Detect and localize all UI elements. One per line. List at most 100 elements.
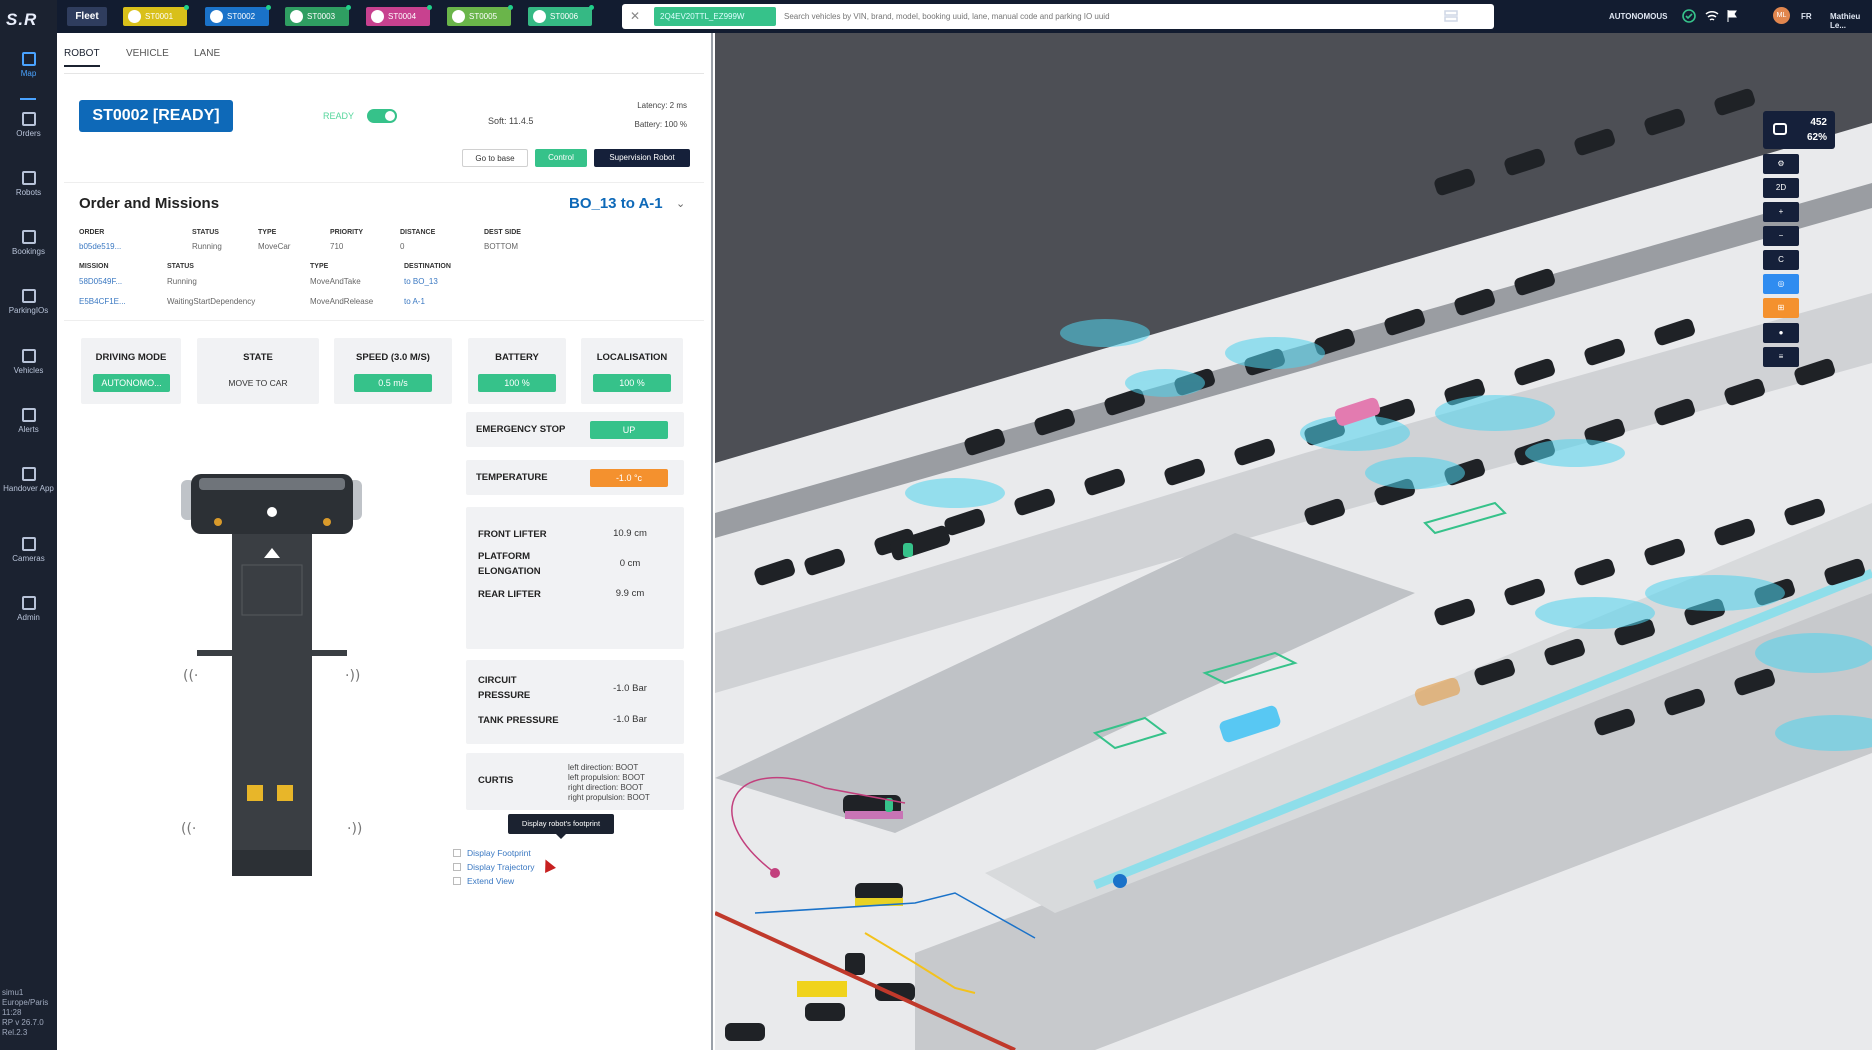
- zoom-out-button[interactable]: −: [1763, 226, 1799, 246]
- section-divider: [64, 182, 704, 183]
- robot-chip-st0002[interactable]: ST0002: [205, 5, 271, 26]
- map-grid-button[interactable]: ⊞: [1763, 298, 1799, 318]
- status-dot: [589, 5, 594, 10]
- order-header: DISTANCE: [400, 229, 436, 236]
- search-tag[interactable]: 2Q4EV20TTL_EZ999W: [654, 7, 776, 26]
- status-dot: [346, 5, 351, 10]
- parking-map[interactable]: 452 62% ⚙ 2D + − C ◎ ⊞ ● ≡: [715, 33, 1872, 1050]
- supervision-robot-button[interactable]: Supervision Robot: [594, 149, 690, 167]
- sidebar-item-robots[interactable]: Robots: [0, 171, 57, 223]
- user-name[interactable]: Mathieu Le...: [1830, 12, 1872, 30]
- chevron-down-icon[interactable]: ⌄: [676, 197, 685, 210]
- sidebar: S.R Map Orders Robots Bookings ParkingIO…: [0, 0, 57, 1050]
- map-canvas[interactable]: [715, 33, 1872, 1050]
- robot-chip-st0004[interactable]: ST0004: [366, 5, 432, 26]
- sidebar-item-admin[interactable]: Admin: [0, 596, 57, 648]
- card-value: 0.5 m/s: [354, 374, 432, 392]
- mission-id-link[interactable]: 58D0549F...: [79, 277, 122, 286]
- handover-icon: [21, 467, 36, 481]
- robot-chip-label: ST0003: [307, 12, 336, 21]
- ready-toggle[interactable]: [367, 109, 397, 123]
- check-circle-icon: [1682, 9, 1696, 23]
- pressure-card: CIRCUIT PRESSURE -1.0 Bar TANK PRESSURE …: [466, 660, 684, 744]
- emergency-stop-label: EMERGENCY STOP: [476, 424, 566, 435]
- top-bar: Fleet ST0001 ST0002 ST0003 ST0004 ST0005…: [57, 0, 1872, 33]
- curtis-line: right propulsion: BOOT: [568, 793, 650, 802]
- mission-destination-link[interactable]: to BO_13: [404, 277, 438, 286]
- sidebar-item-label: ParkingIOs: [8, 306, 49, 315]
- map-2d-button[interactable]: 2D: [1763, 178, 1799, 198]
- curtis-values: left direction: BOOT left propulsion: BO…: [568, 763, 650, 803]
- checkbox-box[interactable]: [453, 877, 461, 885]
- system-user: simu1: [2, 988, 24, 997]
- robot-chip-st0003[interactable]: ST0003: [285, 5, 351, 26]
- svg-text:((·: ((·: [181, 821, 196, 837]
- circuit-pressure-value: -1.0 Bar: [613, 683, 647, 694]
- mission-destination-link[interactable]: to A-1: [404, 297, 425, 306]
- checkbox-box[interactable]: [453, 863, 461, 871]
- checkbox-box[interactable]: [453, 849, 461, 857]
- display-trajectory-checkbox[interactable]: Display Trajectory: [453, 862, 535, 872]
- battery-label: Battery: 100 %: [634, 120, 687, 129]
- robot-chip-st0006[interactable]: ST0006: [528, 5, 594, 26]
- fleet-button[interactable]: Fleet: [67, 7, 107, 26]
- tank-pressure-value: -1.0 Bar: [613, 714, 647, 725]
- mission-cell: MoveAndTake: [310, 277, 361, 286]
- rear-lifter-label: REAR LIFTER: [478, 589, 541, 600]
- bookings-icon: [21, 230, 36, 244]
- card-title: DRIVING MODE: [95, 352, 167, 363]
- zoom-in-button[interactable]: +: [1763, 202, 1799, 222]
- order-cell: BOTTOM: [484, 242, 519, 251]
- map-marker-button[interactable]: ●: [1763, 323, 1799, 343]
- temperature-value: -1.0 °c: [590, 469, 668, 487]
- camera-icon: [21, 537, 36, 551]
- app-root: S.R Map Orders Robots Bookings ParkingIO…: [0, 0, 1872, 1050]
- map-center-button[interactable]: C: [1763, 250, 1799, 270]
- clear-search-icon[interactable]: ✕: [630, 9, 640, 23]
- svg-text:·)): ·)): [347, 821, 362, 837]
- language-selector[interactable]: FR: [1801, 12, 1812, 21]
- app-logo: S.R: [6, 10, 38, 29]
- svg-text:·)): ·)): [345, 668, 360, 684]
- sidebar-item-label: Vehicles: [13, 366, 44, 375]
- tab-vehicle[interactable]: VEHICLE: [126, 48, 169, 65]
- bell-icon: [21, 408, 36, 422]
- tab-robot[interactable]: ROBOT: [64, 48, 100, 67]
- car-icon: [1773, 123, 1787, 135]
- map-settings-button[interactable]: ⚙: [1763, 154, 1799, 174]
- sidebar-item-orders[interactable]: Orders: [0, 112, 57, 164]
- sidebar-item-parkingios[interactable]: ParkingIOs: [0, 289, 57, 341]
- layers-icon[interactable]: [1444, 9, 1458, 23]
- sidebar-item-label: Admin: [17, 613, 40, 622]
- robot-chip-st0001[interactable]: ST0001: [123, 5, 189, 26]
- order-header: ORDER: [79, 229, 105, 236]
- check-icon: [210, 10, 223, 23]
- extend-view-checkbox[interactable]: Extend View: [453, 876, 514, 886]
- route-selector[interactable]: BO_13 to A-1: [569, 195, 663, 212]
- sidebar-item-label: Orders: [16, 129, 41, 138]
- sidebar-item-label: Robots: [15, 188, 42, 197]
- tab-lane[interactable]: LANE: [194, 48, 220, 65]
- sidebar-item-vehicles[interactable]: Vehicles: [0, 349, 57, 401]
- mission-id-link[interactable]: E5B4CF1E...: [79, 297, 126, 306]
- go-to-base-button[interactable]: Go to base: [462, 149, 528, 167]
- sidebar-item-cameras[interactable]: Cameras: [0, 537, 57, 589]
- display-footprint-checkbox[interactable]: Display Footprint: [453, 848, 531, 858]
- map-layers-button[interactable]: ≡: [1763, 347, 1799, 367]
- curtis-line: left direction: BOOT: [568, 763, 639, 772]
- order-cell: 710: [330, 242, 344, 251]
- curtis-line: left propulsion: BOOT: [568, 773, 645, 782]
- sidebar-item-handover[interactable]: Handover App: [0, 467, 57, 519]
- flag-icon[interactable]: [1725, 9, 1739, 23]
- sidebar-item-alerts[interactable]: Alerts: [0, 408, 57, 460]
- order-id-link[interactable]: b05de519...: [79, 242, 121, 251]
- control-button[interactable]: Control: [535, 149, 587, 167]
- sidebar-item-bookings[interactable]: Bookings: [0, 230, 57, 282]
- robot-chip-st0005[interactable]: ST0005: [447, 5, 513, 26]
- sidebar-item-map[interactable]: Map: [0, 52, 57, 104]
- map-focus-button[interactable]: ◎: [1763, 274, 1799, 294]
- avatar[interactable]: ML: [1773, 7, 1790, 24]
- search-input[interactable]: [784, 7, 1484, 26]
- mission-header: DESTINATION: [404, 263, 451, 270]
- check-icon: [452, 10, 465, 23]
